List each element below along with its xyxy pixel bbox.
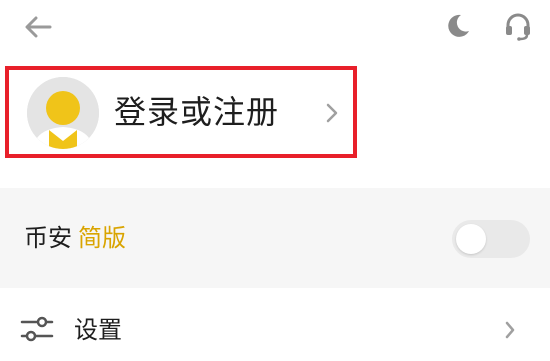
simple-mode-toggle[interactable] bbox=[452, 220, 530, 258]
toggle-knob bbox=[456, 224, 486, 254]
settings-label: 设置 bbox=[74, 316, 122, 344]
simple-mode-label: 币安 简版 bbox=[24, 222, 126, 254]
default-avatar-icon bbox=[27, 77, 99, 149]
avatar bbox=[27, 77, 99, 149]
login-register-label: 登录或注册 bbox=[114, 93, 280, 131]
chevron-right-icon bbox=[505, 321, 515, 339]
settings-row[interactable]: 设置 bbox=[0, 292, 550, 361]
back-button[interactable] bbox=[22, 12, 54, 42]
sliders-icon bbox=[20, 316, 54, 342]
chevron-right-icon bbox=[326, 103, 338, 123]
moon-icon bbox=[448, 14, 469, 37]
simple-mode-accent-text: 简版 bbox=[78, 224, 126, 252]
login-register-entry[interactable]: 登录或注册 bbox=[5, 66, 357, 158]
simple-mode-brand-text: 币安 bbox=[24, 224, 72, 252]
arrow-left-icon bbox=[25, 16, 52, 38]
support-button[interactable] bbox=[500, 8, 536, 44]
headset-icon bbox=[506, 13, 530, 41]
simple-mode-row: 币安 简版 bbox=[0, 188, 550, 288]
account-menu-screen: 登录或注册 币安 简版 设置 bbox=[0, 0, 550, 361]
top-bar bbox=[0, 0, 550, 56]
theme-toggle-button[interactable] bbox=[442, 10, 474, 42]
